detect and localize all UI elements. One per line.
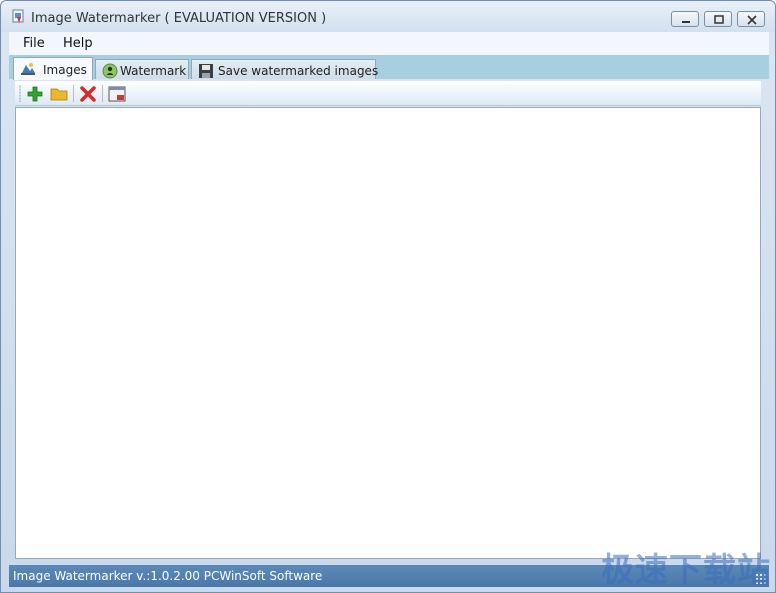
image-list-area[interactable]: [15, 107, 761, 559]
tab-watermark-label: Watermark: [120, 64, 187, 78]
tab-save-label: Save watermarked images: [218, 64, 379, 78]
close-icon: [747, 15, 757, 25]
toolbar-separator: [102, 85, 103, 102]
site-watermark: 极速下载站: [601, 550, 771, 589]
tab-watermark[interactable]: Watermark: [95, 59, 189, 79]
tab-save[interactable]: Save watermarked images: [191, 59, 379, 79]
preview-button[interactable]: [108, 85, 126, 103]
tab-images[interactable]: Images: [13, 57, 93, 80]
menu-file[interactable]: File: [23, 36, 45, 51]
tab-strip: Images Watermark Save watermarked images: [9, 55, 769, 80]
window-title: Image Watermarker ( EVALUATION VERSION ): [31, 11, 327, 26]
minimize-icon: [682, 21, 690, 23]
folder-icon: [50, 88, 68, 101]
preview-icon: [108, 86, 126, 102]
toolbar-separator: [73, 85, 74, 102]
watermark-icon: [102, 63, 118, 79]
toolbar-grip[interactable]: [19, 85, 21, 102]
status-text: Image Watermarker v.:1.0.2.00 PCWinSoft …: [13, 569, 323, 583]
add-image-button[interactable]: [26, 85, 44, 103]
add-icon: [27, 86, 43, 102]
restore-button[interactable]: [704, 11, 732, 27]
delete-image-button[interactable]: [79, 85, 97, 103]
delete-icon: [80, 86, 96, 102]
close-button[interactable]: [737, 11, 765, 27]
tab-images-label: Images: [43, 63, 87, 77]
restore-icon: [714, 15, 724, 24]
menu-bar: File Help: [9, 32, 769, 55]
title-bar[interactable]: Image Watermarker ( EVALUATION VERSION ): [1, 1, 775, 32]
images-icon: [20, 61, 36, 77]
menu-help[interactable]: Help: [63, 36, 93, 51]
save-icon: [198, 63, 214, 79]
images-toolbar: [15, 81, 761, 106]
open-folder-button[interactable]: [50, 85, 68, 103]
minimize-button[interactable]: [671, 11, 699, 27]
app-icon: [11, 9, 27, 25]
app-window: Image Watermarker ( EVALUATION VERSION )…: [0, 0, 776, 593]
